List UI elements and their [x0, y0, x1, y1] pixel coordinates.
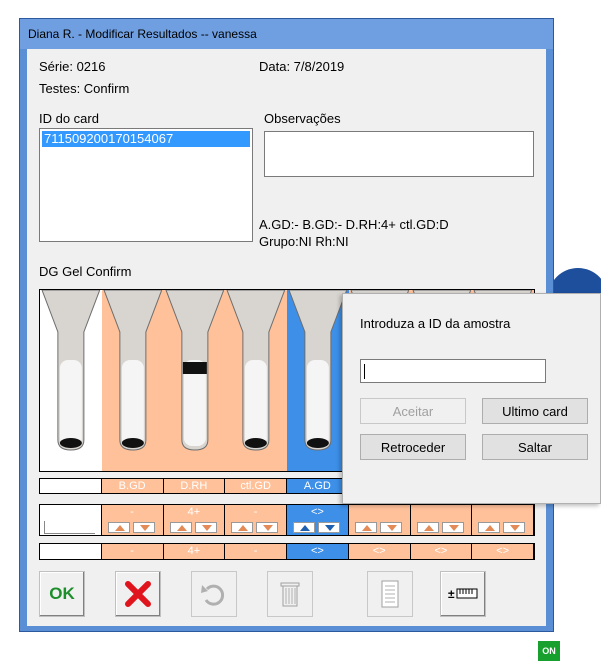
- decrease-reaction-button[interactable]: [132, 522, 155, 533]
- gel-reading-cell: <>: [472, 544, 534, 559]
- gel-reaction-cell: <>: [287, 505, 349, 535]
- triangle-up-icon: [423, 525, 434, 531]
- skip-button[interactable]: Saltar: [482, 434, 588, 460]
- gel-reading-cell: <>: [287, 544, 349, 559]
- gel-column-label: A.GD: [287, 479, 349, 493]
- gel-reading-row: -4+ - <> <> <> <>: [39, 543, 535, 560]
- gel-tube-4: [287, 289, 349, 471]
- sample-id-prompt: Introduza a ID da amostra: [360, 316, 511, 331]
- delete-button[interactable]: [267, 571, 313, 617]
- trash-icon: [280, 582, 300, 607]
- decrease-reaction-button[interactable]: [318, 522, 340, 533]
- triangle-up-icon: [485, 525, 496, 531]
- window-title: Diana R. - Modificar Resultados -- vanes…: [20, 19, 553, 49]
- gel-reaction-value: <>: [310, 506, 324, 518]
- serie-label: Série: 0216: [39, 59, 106, 74]
- triangle-down-icon: [139, 525, 150, 531]
- gel-tube-2: [163, 289, 226, 471]
- gel-reaction-value: -: [130, 506, 134, 518]
- gel-reaction-cell: [40, 505, 102, 535]
- ruler-icon: ±: [448, 587, 478, 601]
- cancel-x-icon: [125, 581, 151, 607]
- last-card-button[interactable]: Ultimo card: [482, 398, 588, 424]
- triangle-down-icon: [325, 525, 335, 531]
- triangle-down-icon: [263, 525, 274, 531]
- gel-tube-0: [40, 289, 102, 471]
- sample-id-input[interactable]: [360, 359, 546, 383]
- increase-reaction-button[interactable]: [169, 522, 192, 533]
- gel-reading-cell: [40, 544, 102, 559]
- triangle-up-icon: [238, 525, 249, 531]
- decrease-reaction-button[interactable]: [441, 522, 464, 533]
- gel-column-label: D.RH: [163, 479, 226, 493]
- decrease-reaction-button[interactable]: [256, 522, 279, 533]
- gel-reaction-cell: 4+: [163, 505, 226, 535]
- gel-title: DG Gel Confirm: [39, 264, 132, 279]
- card-id-label: ID do card: [39, 111, 99, 126]
- empty-control-frame: [44, 521, 95, 534]
- data-label: Data: 7/8/2019: [259, 59, 345, 74]
- gel-reaction-buttons: - 4+ - <>: [39, 504, 535, 536]
- undo-icon: [201, 584, 225, 606]
- gel-reaction-cell: -: [101, 505, 164, 535]
- gel-column-label: B.GD: [101, 479, 164, 493]
- on-status-badge: ON: [538, 641, 560, 661]
- back-button[interactable]: Retroceder: [360, 434, 466, 460]
- gel-reading-cell: <>: [348, 544, 411, 559]
- decrease-reaction-button[interactable]: [379, 522, 402, 533]
- gel-reaction-value: 4+: [187, 506, 201, 518]
- decrease-reaction-button[interactable]: [194, 522, 217, 533]
- accept-button[interactable]: Aceitar: [360, 398, 466, 424]
- results-summary-line2: Grupo:NI Rh:NI: [259, 234, 349, 249]
- svg-text:±: ±: [448, 587, 455, 601]
- increase-reaction-button[interactable]: [354, 522, 377, 533]
- gel-reading-cell: <>: [410, 544, 473, 559]
- ok-icon: OK: [49, 584, 75, 603]
- testes-label: Testes: Confirm: [39, 81, 130, 96]
- gel-reading-cell: -: [101, 544, 164, 559]
- gel-column-label: [40, 479, 102, 493]
- observacoes-label: Observações: [264, 111, 341, 126]
- triangle-down-icon: [386, 525, 397, 531]
- increase-reaction-button[interactable]: [293, 522, 315, 533]
- increase-reaction-button[interactable]: [478, 522, 501, 533]
- increase-reaction-button[interactable]: [416, 522, 439, 533]
- triangle-up-icon: [114, 525, 125, 531]
- report-button[interactable]: [367, 571, 413, 617]
- decrease-reaction-button[interactable]: [503, 522, 526, 533]
- card-id-selected-item[interactable]: 711509200170154067: [42, 131, 250, 147]
- triangle-up-icon: [176, 525, 187, 531]
- gel-column-label: ctl.GD: [225, 479, 287, 493]
- gel-tube-3: [225, 289, 287, 471]
- text-caret: [364, 364, 365, 379]
- card-id-list[interactable]: 711509200170154067: [39, 128, 253, 242]
- undo-button[interactable]: [191, 571, 237, 617]
- increase-reaction-button[interactable]: [231, 522, 254, 533]
- gel-reading-cell: -: [225, 544, 287, 559]
- triangle-up-icon: [300, 525, 310, 531]
- triangle-up-icon: [361, 525, 372, 531]
- gel-reaction-cell: [348, 505, 411, 535]
- gel-reading-cell: 4+: [163, 544, 226, 559]
- sample-id-dialog: Introduza a ID da amostra Aceitar Ultimo…: [342, 293, 601, 504]
- gel-reaction-cell: [410, 505, 473, 535]
- ruler-button[interactable]: ±: [440, 571, 486, 617]
- gel-reaction-cell: [472, 505, 534, 535]
- cancel-button[interactable]: [115, 571, 161, 617]
- document-icon: [381, 580, 399, 608]
- triangle-down-icon: [510, 525, 521, 531]
- increase-reaction-button[interactable]: [107, 522, 130, 533]
- results-summary-line1: A.GD:- B.GD:- D.RH:4+ ctl.GD:D: [259, 217, 449, 232]
- gel-tube-1: [101, 289, 164, 471]
- ok-button[interactable]: OK: [39, 571, 85, 617]
- gel-reaction-cell: -: [225, 505, 287, 535]
- gel-reaction-value: -: [253, 506, 258, 518]
- triangle-down-icon: [448, 525, 459, 531]
- observacoes-field[interactable]: [264, 131, 534, 177]
- triangle-down-icon: [201, 525, 212, 531]
